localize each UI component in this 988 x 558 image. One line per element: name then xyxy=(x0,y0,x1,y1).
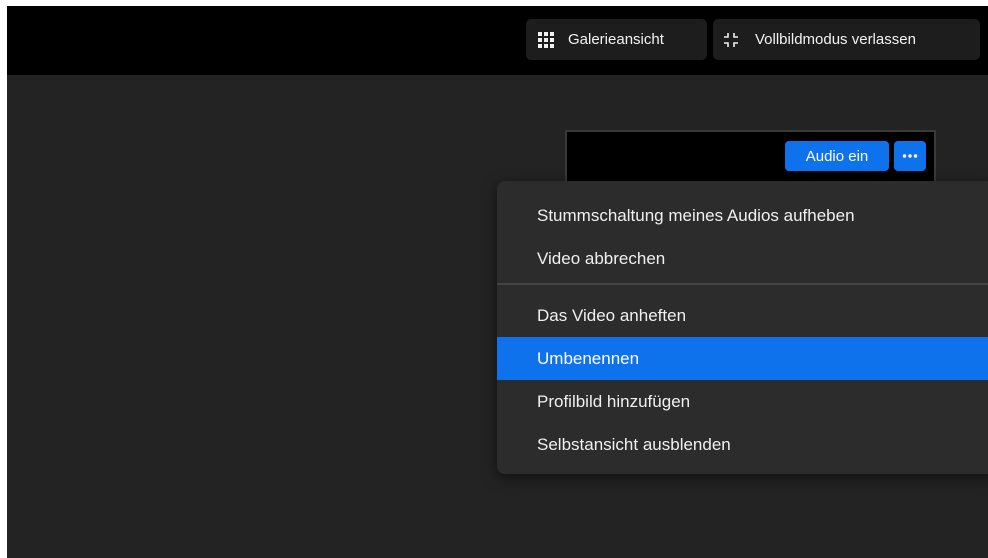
gallery-view-label: Galerieansicht xyxy=(568,31,664,48)
meeting-window: Galerieansicht Vollbildmodus verlassen A… xyxy=(7,6,988,558)
unmute-audio-button[interactable]: Audio ein xyxy=(785,141,889,171)
grid-icon xyxy=(538,31,554,48)
menu-item-pin-video[interactable]: Das Video anheften xyxy=(497,294,988,337)
menu-item-stop-video[interactable]: Video abbrechen xyxy=(497,237,988,280)
menu-item-unmute-audio[interactable]: Stummschaltung meines Audios aufheben xyxy=(497,194,988,237)
exit-fullscreen-button[interactable]: Vollbildmodus verlassen xyxy=(713,19,980,60)
more-options-button[interactable] xyxy=(894,141,926,171)
menu-divider xyxy=(497,283,988,285)
context-menu: Stummschaltung meines Audios aufheben Vi… xyxy=(497,181,988,474)
ellipsis-icon xyxy=(902,154,918,158)
menu-item-rename[interactable]: Umbenennen xyxy=(497,337,988,380)
exit-fullscreen-label: Vollbildmodus verlassen xyxy=(755,31,916,48)
menu-item-hide-self-view[interactable]: Selbstansicht ausblenden xyxy=(497,423,988,466)
menu-item-add-profile-picture[interactable]: Profilbild hinzufügen xyxy=(497,380,988,423)
top-toolbar: Galerieansicht Vollbildmodus verlassen xyxy=(7,6,988,75)
gallery-view-button[interactable]: Galerieansicht xyxy=(526,19,707,60)
collapse-icon xyxy=(723,32,739,48)
